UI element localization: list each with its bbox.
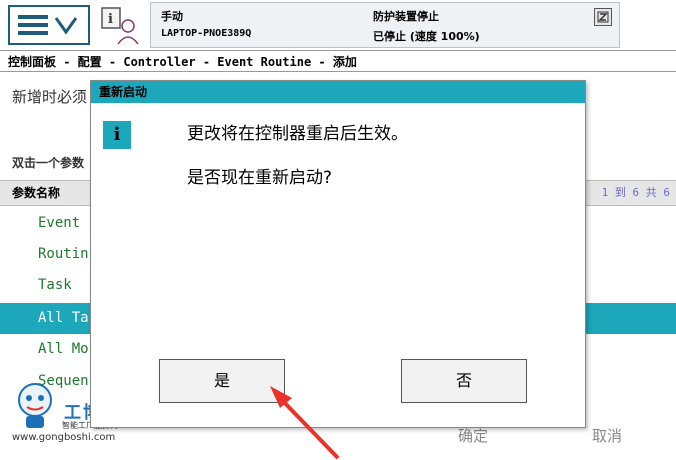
svg-text:i: i xyxy=(108,12,113,27)
run-state: 已停止 (速度 100%) xyxy=(373,30,480,43)
dialog-title: 重新启动 xyxy=(91,81,585,103)
breadcrumb: 控制面板 - 配置 - Controller - Event Routine -… xyxy=(0,50,676,72)
guard-status: 防护装置停止 xyxy=(373,10,439,23)
row-count: 1 到 6 共 6 xyxy=(601,186,670,199)
controller-name: LAPTOP-PNOE389Q xyxy=(161,28,252,39)
dialog-question: 是否现在重新启动? xyxy=(187,168,333,188)
top-bar: i 手动 LAPTOP-PNOE389Q 防护装置停止 已停止 (速度 100%… xyxy=(0,0,676,50)
robot-mascot-icon xyxy=(18,383,52,428)
status-panel: 手动 LAPTOP-PNOE389Q 防护装置停止 已停止 (速度 100%) xyxy=(150,2,620,48)
dialog-message: 更改将在控制器重启后生效。 xyxy=(187,124,408,144)
yes-button[interactable]: 是 xyxy=(159,359,285,403)
page-hint: 双击一个参数 xyxy=(12,156,85,170)
info-person-icon: i xyxy=(101,7,139,45)
logo-url: www.gongboshi.com xyxy=(12,432,116,443)
operating-mode: 手动 xyxy=(161,10,183,23)
column-param-name: 参数名称 xyxy=(12,186,61,200)
quickset-button[interactable] xyxy=(594,8,612,26)
page-description: 新增时必须 xyxy=(12,88,88,106)
event-log-button[interactable]: i xyxy=(100,6,144,46)
main-menu-button[interactable] xyxy=(8,5,90,45)
info-icon: i xyxy=(103,121,131,149)
no-button[interactable]: 否 xyxy=(401,359,527,403)
quickset-icon xyxy=(597,11,609,23)
restart-dialog: 重新启动 i 更改将在控制器重启后生效。 是否现在重新启动? 是 否 xyxy=(90,80,586,428)
hamburger-icon xyxy=(18,15,78,35)
